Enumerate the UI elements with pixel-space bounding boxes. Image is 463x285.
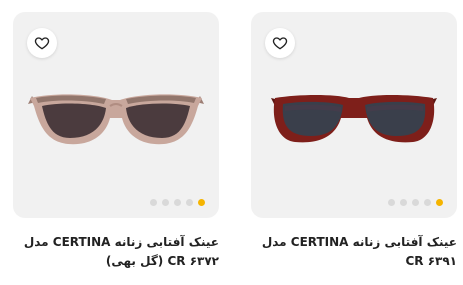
carousel-dot[interactable] xyxy=(186,199,193,206)
product-title[interactable]: عینک آفتابی زنانه CERTINA مدل CR ۶۳۹۱ xyxy=(251,233,457,271)
carousel-dot[interactable] xyxy=(174,199,181,206)
image-carousel-dots[interactable] xyxy=(150,199,205,206)
heart-outline-icon xyxy=(272,37,288,50)
product-image xyxy=(28,94,204,145)
heart-outline-icon xyxy=(34,37,50,50)
favorite-button[interactable] xyxy=(27,28,57,58)
carousel-dot[interactable] xyxy=(388,199,395,206)
carousel-dot[interactable] xyxy=(162,199,169,206)
carousel-dot-active[interactable] xyxy=(436,199,443,206)
product-image xyxy=(271,95,437,143)
carousel-dot[interactable] xyxy=(412,199,419,206)
carousel-dot[interactable] xyxy=(150,199,157,206)
product-title[interactable]: عینک آفتابی زنانه CERTINA مدل CR ۶۳۷۲ (گ… xyxy=(13,233,219,271)
product-card[interactable]: عینک آفتابی زنانه CERTINA مدل CR ۶۳۷۲ (گ… xyxy=(13,12,219,271)
carousel-dot-active[interactable] xyxy=(198,199,205,206)
product-image-box[interactable] xyxy=(13,12,219,218)
product-image-box[interactable] xyxy=(251,12,457,218)
carousel-dot[interactable] xyxy=(400,199,407,206)
favorite-button[interactable] xyxy=(265,28,295,58)
image-carousel-dots[interactable] xyxy=(388,199,443,206)
product-card[interactable]: عینک آفتابی زنانه CERTINA مدل CR ۶۳۹۱ xyxy=(251,12,457,271)
carousel-dot[interactable] xyxy=(424,199,431,206)
